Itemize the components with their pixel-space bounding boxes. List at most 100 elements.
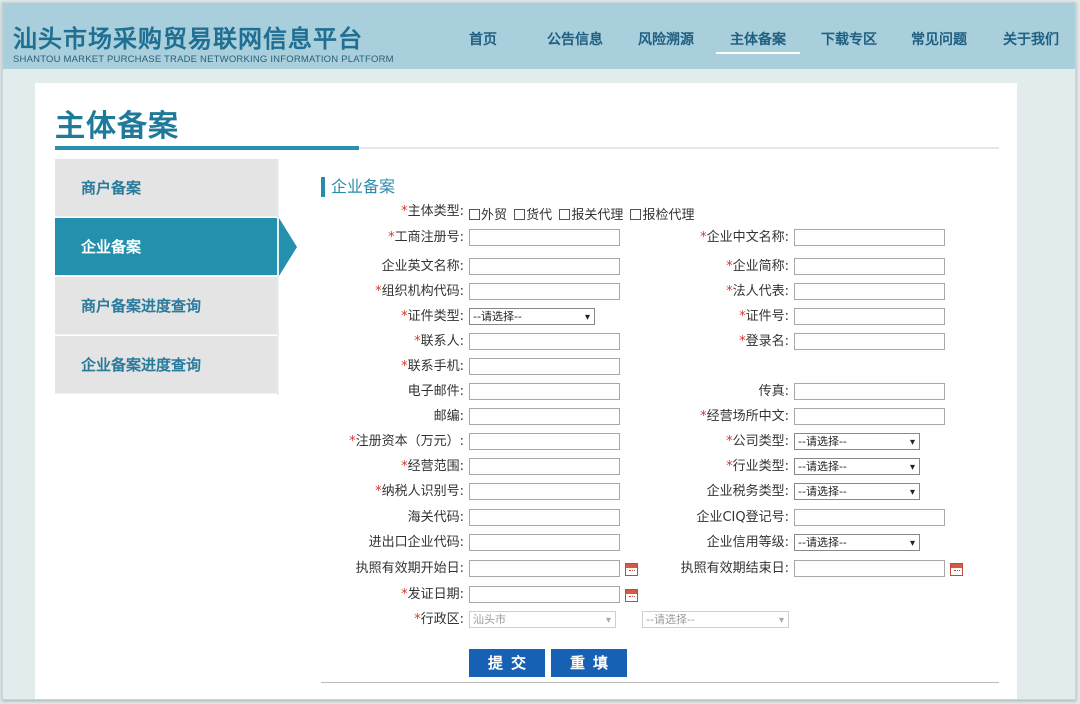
license-end-label: 执照有效期结束日: bbox=[680, 561, 789, 576]
calendar-icon[interactable] bbox=[950, 563, 963, 576]
nav-faq[interactable]: 常见问题 bbox=[911, 29, 967, 49]
calendar-icon[interactable] bbox=[625, 589, 638, 602]
sidebar-item-enterprise-progress[interactable]: 企业备案进度查询 bbox=[55, 336, 279, 394]
email-label: 电子邮件: bbox=[407, 384, 464, 399]
chevron-down-icon: ▾ bbox=[909, 462, 915, 473]
en-name-label: 企业英文名称: bbox=[381, 259, 464, 274]
contact-label: *联系人: bbox=[414, 334, 464, 349]
submit-button[interactable]: 提交 bbox=[469, 649, 545, 677]
login-name-input[interactable] bbox=[794, 333, 945, 350]
cert-no-input[interactable] bbox=[794, 308, 945, 325]
chevron-down-icon: ▾ bbox=[778, 615, 784, 626]
cn-name-input[interactable] bbox=[794, 229, 945, 246]
tax-type-label: 企业税务类型: bbox=[706, 484, 789, 499]
region-city-select[interactable]: 汕头市 ▾ bbox=[469, 611, 616, 628]
company-type-select[interactable]: --请选择-- ▾ bbox=[794, 433, 920, 450]
issue-date-label: *发证日期: bbox=[401, 587, 464, 602]
form-divider bbox=[321, 682, 999, 683]
title-underline-accent bbox=[55, 146, 359, 150]
chevron-down-icon: ▾ bbox=[909, 437, 915, 448]
page-title: 主体备案 bbox=[55, 109, 179, 144]
section-title: 企业备案 bbox=[321, 177, 395, 197]
license-start-label: 执照有效期开始日: bbox=[355, 561, 464, 576]
mobile-label: *联系手机: bbox=[401, 359, 464, 374]
mobile-input[interactable] bbox=[469, 358, 620, 375]
site-subtitle: SHANTOU MARKET PURCHASE TRADE NETWORKING… bbox=[13, 54, 394, 65]
entity-type-option-forwarder[interactable]: 货代 bbox=[514, 208, 552, 223]
chevron-down-icon: ▾ bbox=[584, 312, 590, 323]
title-underline bbox=[359, 147, 999, 149]
postcode-input[interactable] bbox=[469, 408, 620, 425]
nav-about[interactable]: 关于我们 bbox=[1003, 29, 1059, 49]
industry-type-label: *行业类型: bbox=[726, 459, 789, 474]
ie-code-input[interactable] bbox=[469, 534, 620, 551]
license-end-input[interactable] bbox=[794, 560, 945, 577]
tax-type-select[interactable]: --请选择-- ▾ bbox=[794, 483, 920, 500]
company-type-label: *公司类型: bbox=[726, 434, 789, 449]
customs-code-input[interactable] bbox=[469, 509, 620, 526]
chevron-down-icon: ▾ bbox=[605, 615, 611, 626]
reg-no-input[interactable] bbox=[469, 229, 620, 246]
entity-type-option-customs-agent[interactable]: 报关代理 bbox=[559, 208, 623, 223]
en-name-input[interactable] bbox=[469, 258, 620, 275]
cert-type-select[interactable]: --请选择-- ▾ bbox=[469, 308, 595, 325]
content-panel: 主体备案 商户备案 企业备案 商户备案进度查询 企业备案进度查询 企业备案 *主… bbox=[35, 83, 1017, 699]
checkbox[interactable] bbox=[469, 209, 480, 220]
site-header: 汕头市场采购贸易联网信息平台 SHANTOU MARKET PURCHASE T… bbox=[3, 3, 1075, 69]
entity-type-option-inspection-agent[interactable]: 报检代理 bbox=[630, 208, 694, 223]
industry-type-select[interactable]: --请选择-- ▾ bbox=[794, 458, 920, 475]
postcode-label: 邮编: bbox=[433, 409, 464, 424]
reg-no-label: *工商注册号: bbox=[388, 230, 464, 245]
biz-place-input[interactable] bbox=[794, 408, 945, 425]
chevron-down-icon: ▾ bbox=[909, 538, 915, 549]
nav-risk-trace[interactable]: 风险溯源 bbox=[638, 29, 694, 49]
nav-entity-filing[interactable]: 主体备案 bbox=[716, 29, 800, 54]
biz-scope-input[interactable] bbox=[469, 458, 620, 475]
site-title: 汕头市场采购贸易联网信息平台 bbox=[13, 25, 363, 53]
sidebar-divider bbox=[277, 159, 279, 395]
nav-announcements[interactable]: 公告信息 bbox=[547, 29, 603, 49]
entity-type-label: *主体类型: bbox=[401, 204, 464, 219]
cn-name-label: *企业中文名称: bbox=[700, 230, 789, 245]
short-name-input[interactable] bbox=[794, 258, 945, 275]
sidebar-item-merchant-progress[interactable]: 商户备案进度查询 bbox=[55, 277, 279, 335]
chevron-down-icon: ▾ bbox=[909, 487, 915, 498]
email-input[interactable] bbox=[469, 383, 620, 400]
contact-input[interactable] bbox=[469, 333, 620, 350]
reg-capital-label: *注册资本（万元）: bbox=[349, 434, 464, 449]
reset-button[interactable]: 重填 bbox=[551, 649, 627, 677]
checkbox[interactable] bbox=[630, 209, 642, 220]
credit-level-label: 企业信用等级: bbox=[706, 535, 789, 550]
org-code-label: *组织机构代码: bbox=[375, 284, 464, 299]
nav-home[interactable]: 首页 bbox=[469, 29, 497, 49]
fax-input[interactable] bbox=[794, 383, 945, 400]
checkbox[interactable] bbox=[514, 209, 526, 220]
legal-rep-label: *法人代表: bbox=[726, 284, 789, 299]
taxpayer-id-input[interactable] bbox=[469, 483, 620, 500]
sidebar-item-enterprise-filing[interactable]: 企业备案 bbox=[55, 218, 297, 276]
entity-type-options: 外贸 货代 报关代理 报检代理 bbox=[469, 204, 697, 223]
nav-downloads[interactable]: 下载专区 bbox=[821, 29, 877, 49]
region-district-select[interactable]: --请选择-- ▾ bbox=[642, 611, 789, 628]
reg-capital-input[interactable] bbox=[469, 433, 620, 450]
taxpayer-id-label: *纳税人识别号: bbox=[375, 484, 464, 499]
entity-type-option-trade[interactable]: 外贸 bbox=[469, 208, 507, 223]
short-name-label: *企业简称: bbox=[726, 259, 789, 274]
issue-date-input[interactable] bbox=[469, 586, 620, 603]
page-frame: 汕头市场采购贸易联网信息平台 SHANTOU MARKET PURCHASE T… bbox=[2, 2, 1076, 700]
ie-code-label: 进出口企业代码: bbox=[368, 535, 464, 550]
credit-level-select[interactable]: --请选择-- ▾ bbox=[794, 534, 920, 551]
fax-label: 传真: bbox=[758, 384, 789, 399]
customs-code-label: 海关代码: bbox=[407, 510, 464, 525]
ciq-no-input[interactable] bbox=[794, 509, 945, 526]
sidebar-item-merchant-filing[interactable]: 商户备案 bbox=[55, 159, 279, 217]
biz-scope-label: *经营范围: bbox=[401, 459, 464, 474]
region-label: *行政区: bbox=[414, 612, 464, 627]
calendar-icon[interactable] bbox=[625, 563, 638, 576]
login-name-label: *登录名: bbox=[739, 334, 789, 349]
checkbox[interactable] bbox=[559, 209, 571, 220]
org-code-input[interactable] bbox=[469, 283, 620, 300]
license-start-input[interactable] bbox=[469, 560, 620, 577]
legal-rep-input[interactable] bbox=[794, 283, 945, 300]
biz-place-label: *经营场所中文: bbox=[700, 409, 789, 424]
